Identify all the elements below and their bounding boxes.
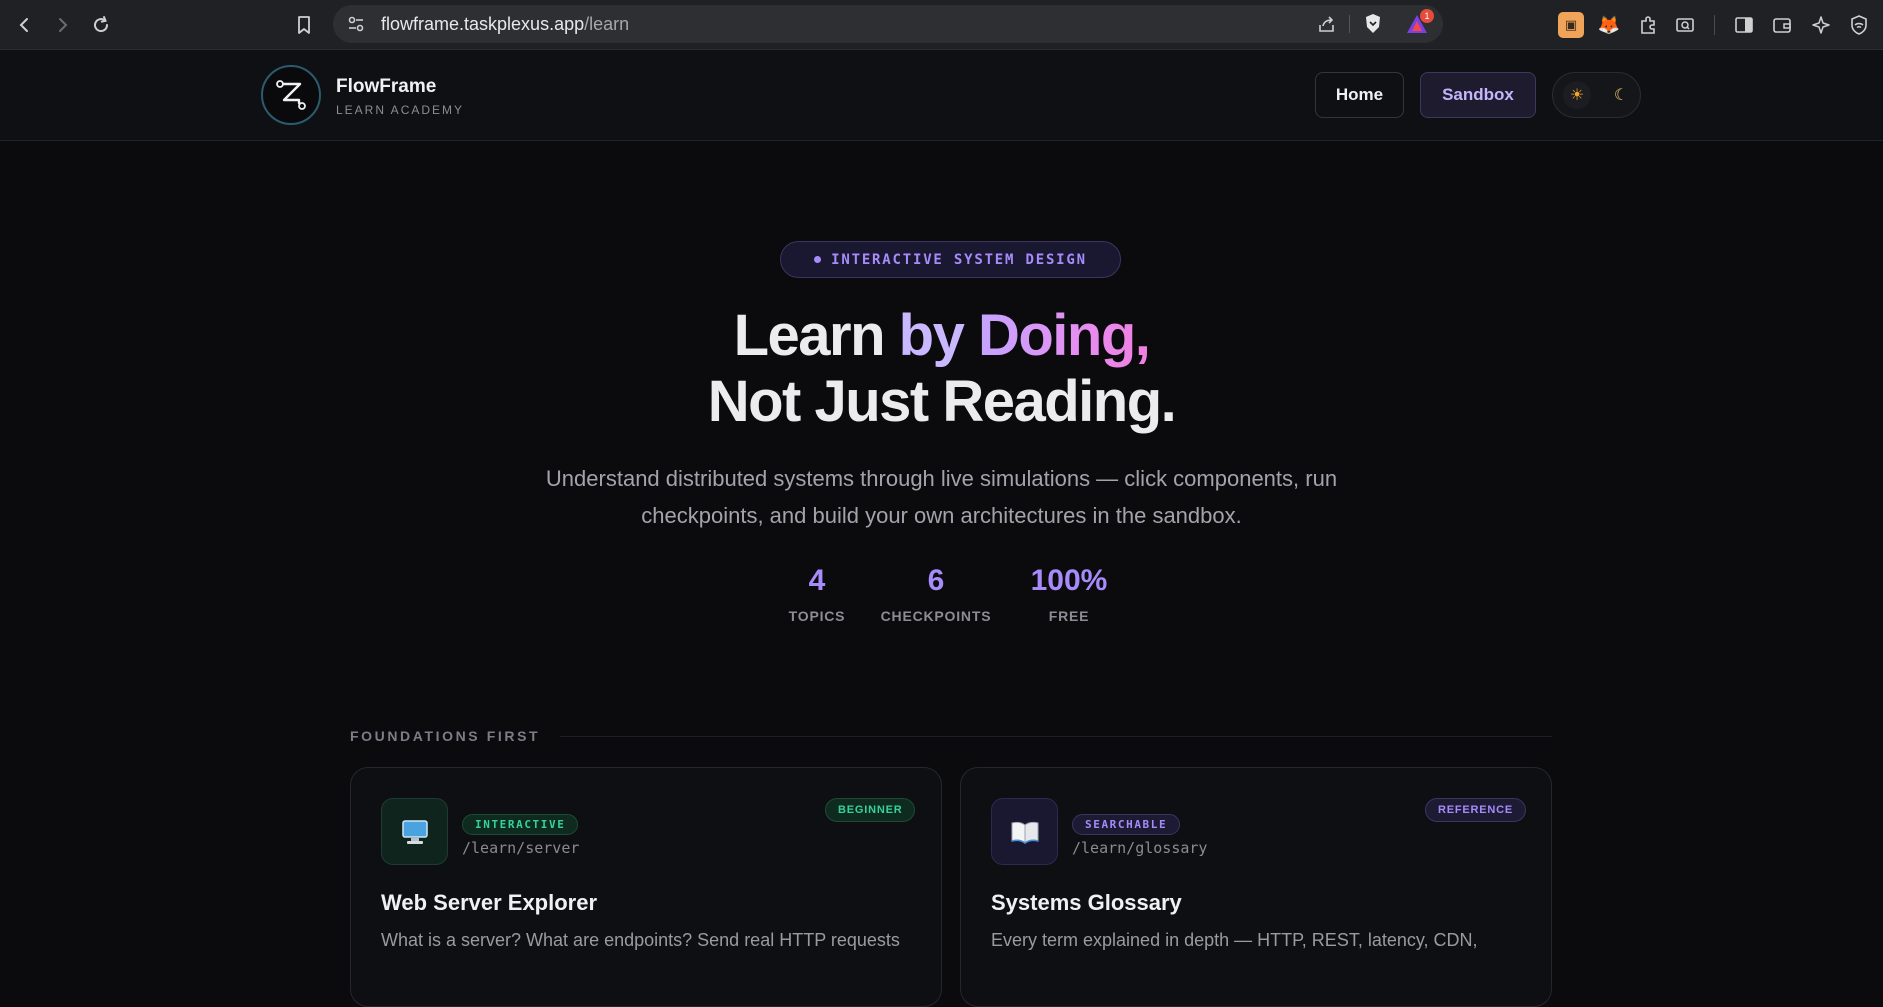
card-description: Every term explained in depth — HTTP, RE… (991, 930, 1478, 950)
notification-badge: 1 (1420, 9, 1434, 23)
url-text[interactable]: flowframe.taskplexus.app/learn (381, 14, 629, 35)
stat-label-free: FREE (1048, 608, 1090, 624)
browser-toolbar: flowframe.taskplexus.app/learn 1 ▣ 🦊 (0, 0, 1883, 50)
sun-icon[interactable]: ☀ (1563, 81, 1591, 109)
title-word-by: by (898, 303, 978, 368)
puzzle-icon[interactable] (1635, 12, 1661, 38)
home-button[interactable]: Home (1315, 72, 1404, 118)
card-tag: SEARCHABLE (1072, 814, 1181, 835)
sidebar-icon[interactable] (1731, 12, 1757, 38)
monitor-icon (381, 798, 448, 865)
level-badge: REFERENCE (1425, 798, 1527, 822)
vpn-shield-icon[interactable] (1846, 12, 1872, 38)
hero-subtitle-line-1: Understand distributed systems through l… (545, 466, 1338, 491)
card-title[interactable]: Web Server Explorer (381, 890, 597, 916)
divider (1349, 15, 1350, 33)
brave-shields-icon[interactable] (1363, 13, 1383, 40)
reload-icon[interactable] (86, 10, 116, 40)
hero-title-line-2: Not Just Reading. (707, 369, 1177, 434)
wallet-icon[interactable] (1769, 12, 1795, 38)
card-tag: INTERACTIVE (462, 814, 579, 835)
site-settings-icon[interactable] (347, 15, 365, 38)
leo-ai-icon[interactable] (1808, 12, 1834, 38)
card-description: What is a server? What are endpoints? Se… (381, 930, 900, 950)
card-route: /learn/glossary (1072, 839, 1208, 857)
hero-subtitle: Understand distributed systems through l… (0, 460, 1883, 534)
hero-badge: INTERACTIVE SYSTEM DESIGN (780, 241, 1121, 278)
divider (1714, 15, 1715, 35)
card-route: /learn/server (462, 839, 580, 857)
topic-card-glossary[interactable]: SEARCHABLE /learn/glossary REFERENCE Sys… (960, 767, 1552, 1007)
section-divider (560, 736, 1552, 737)
moon-icon[interactable]: ☾ (1607, 81, 1635, 109)
bookmark-icon[interactable] (289, 10, 319, 40)
stat-value-checkpoints: 6 (927, 564, 945, 597)
forward-icon[interactable] (47, 10, 77, 40)
address-bar[interactable]: flowframe.taskplexus.app/learn 1 (333, 5, 1443, 43)
flowframe-logo-icon[interactable] (261, 65, 321, 125)
back-icon[interactable] (10, 10, 40, 40)
stat-value-free: 100% (1030, 564, 1108, 597)
theme-toggle[interactable]: ☀ ☾ (1552, 72, 1641, 118)
url-host: flowframe.taskplexus.app (381, 13, 585, 34)
section-title: FOUNDATIONS FIRST (350, 728, 541, 744)
badge-dot (814, 256, 822, 263)
stat-label-topics: TOPICS (788, 608, 846, 624)
metamask-icon[interactable]: 🦊 (1596, 12, 1622, 38)
stat-value-topics: 4 (808, 564, 826, 597)
title-word-learn: Learn (733, 303, 899, 368)
page-search-icon[interactable] (1672, 12, 1698, 38)
url-path: /learn (584, 13, 630, 34)
brand-name[interactable]: FlowFrame (336, 76, 436, 98)
hero-subtitle-line-2: checkpoints, and build your own architec… (641, 503, 1242, 528)
stat-label-checkpoints: CHECKPOINTS (880, 608, 992, 624)
sandbox-button[interactable]: Sandbox (1420, 72, 1536, 118)
hero-title-line-1: Learn by Doing, (0, 302, 1883, 369)
level-badge: BEGINNER (825, 798, 916, 822)
site-header: FlowFrame LEARN ACADEMY Home Sandbox ☀ ☾ (0, 50, 1883, 141)
brand-subtitle: LEARN ACADEMY (336, 103, 465, 117)
share-icon[interactable] (1317, 14, 1337, 39)
badge-label: INTERACTIVE SYSTEM DESIGN (831, 251, 1087, 268)
topic-card-web-server[interactable]: INTERACTIVE /learn/server BEGINNER Web S… (350, 767, 942, 1007)
extension-icon-1[interactable]: ▣ (1558, 12, 1584, 38)
title-word-doing: Doing, (977, 303, 1151, 368)
book-icon (991, 798, 1058, 865)
card-title[interactable]: Systems Glossary (991, 890, 1182, 916)
